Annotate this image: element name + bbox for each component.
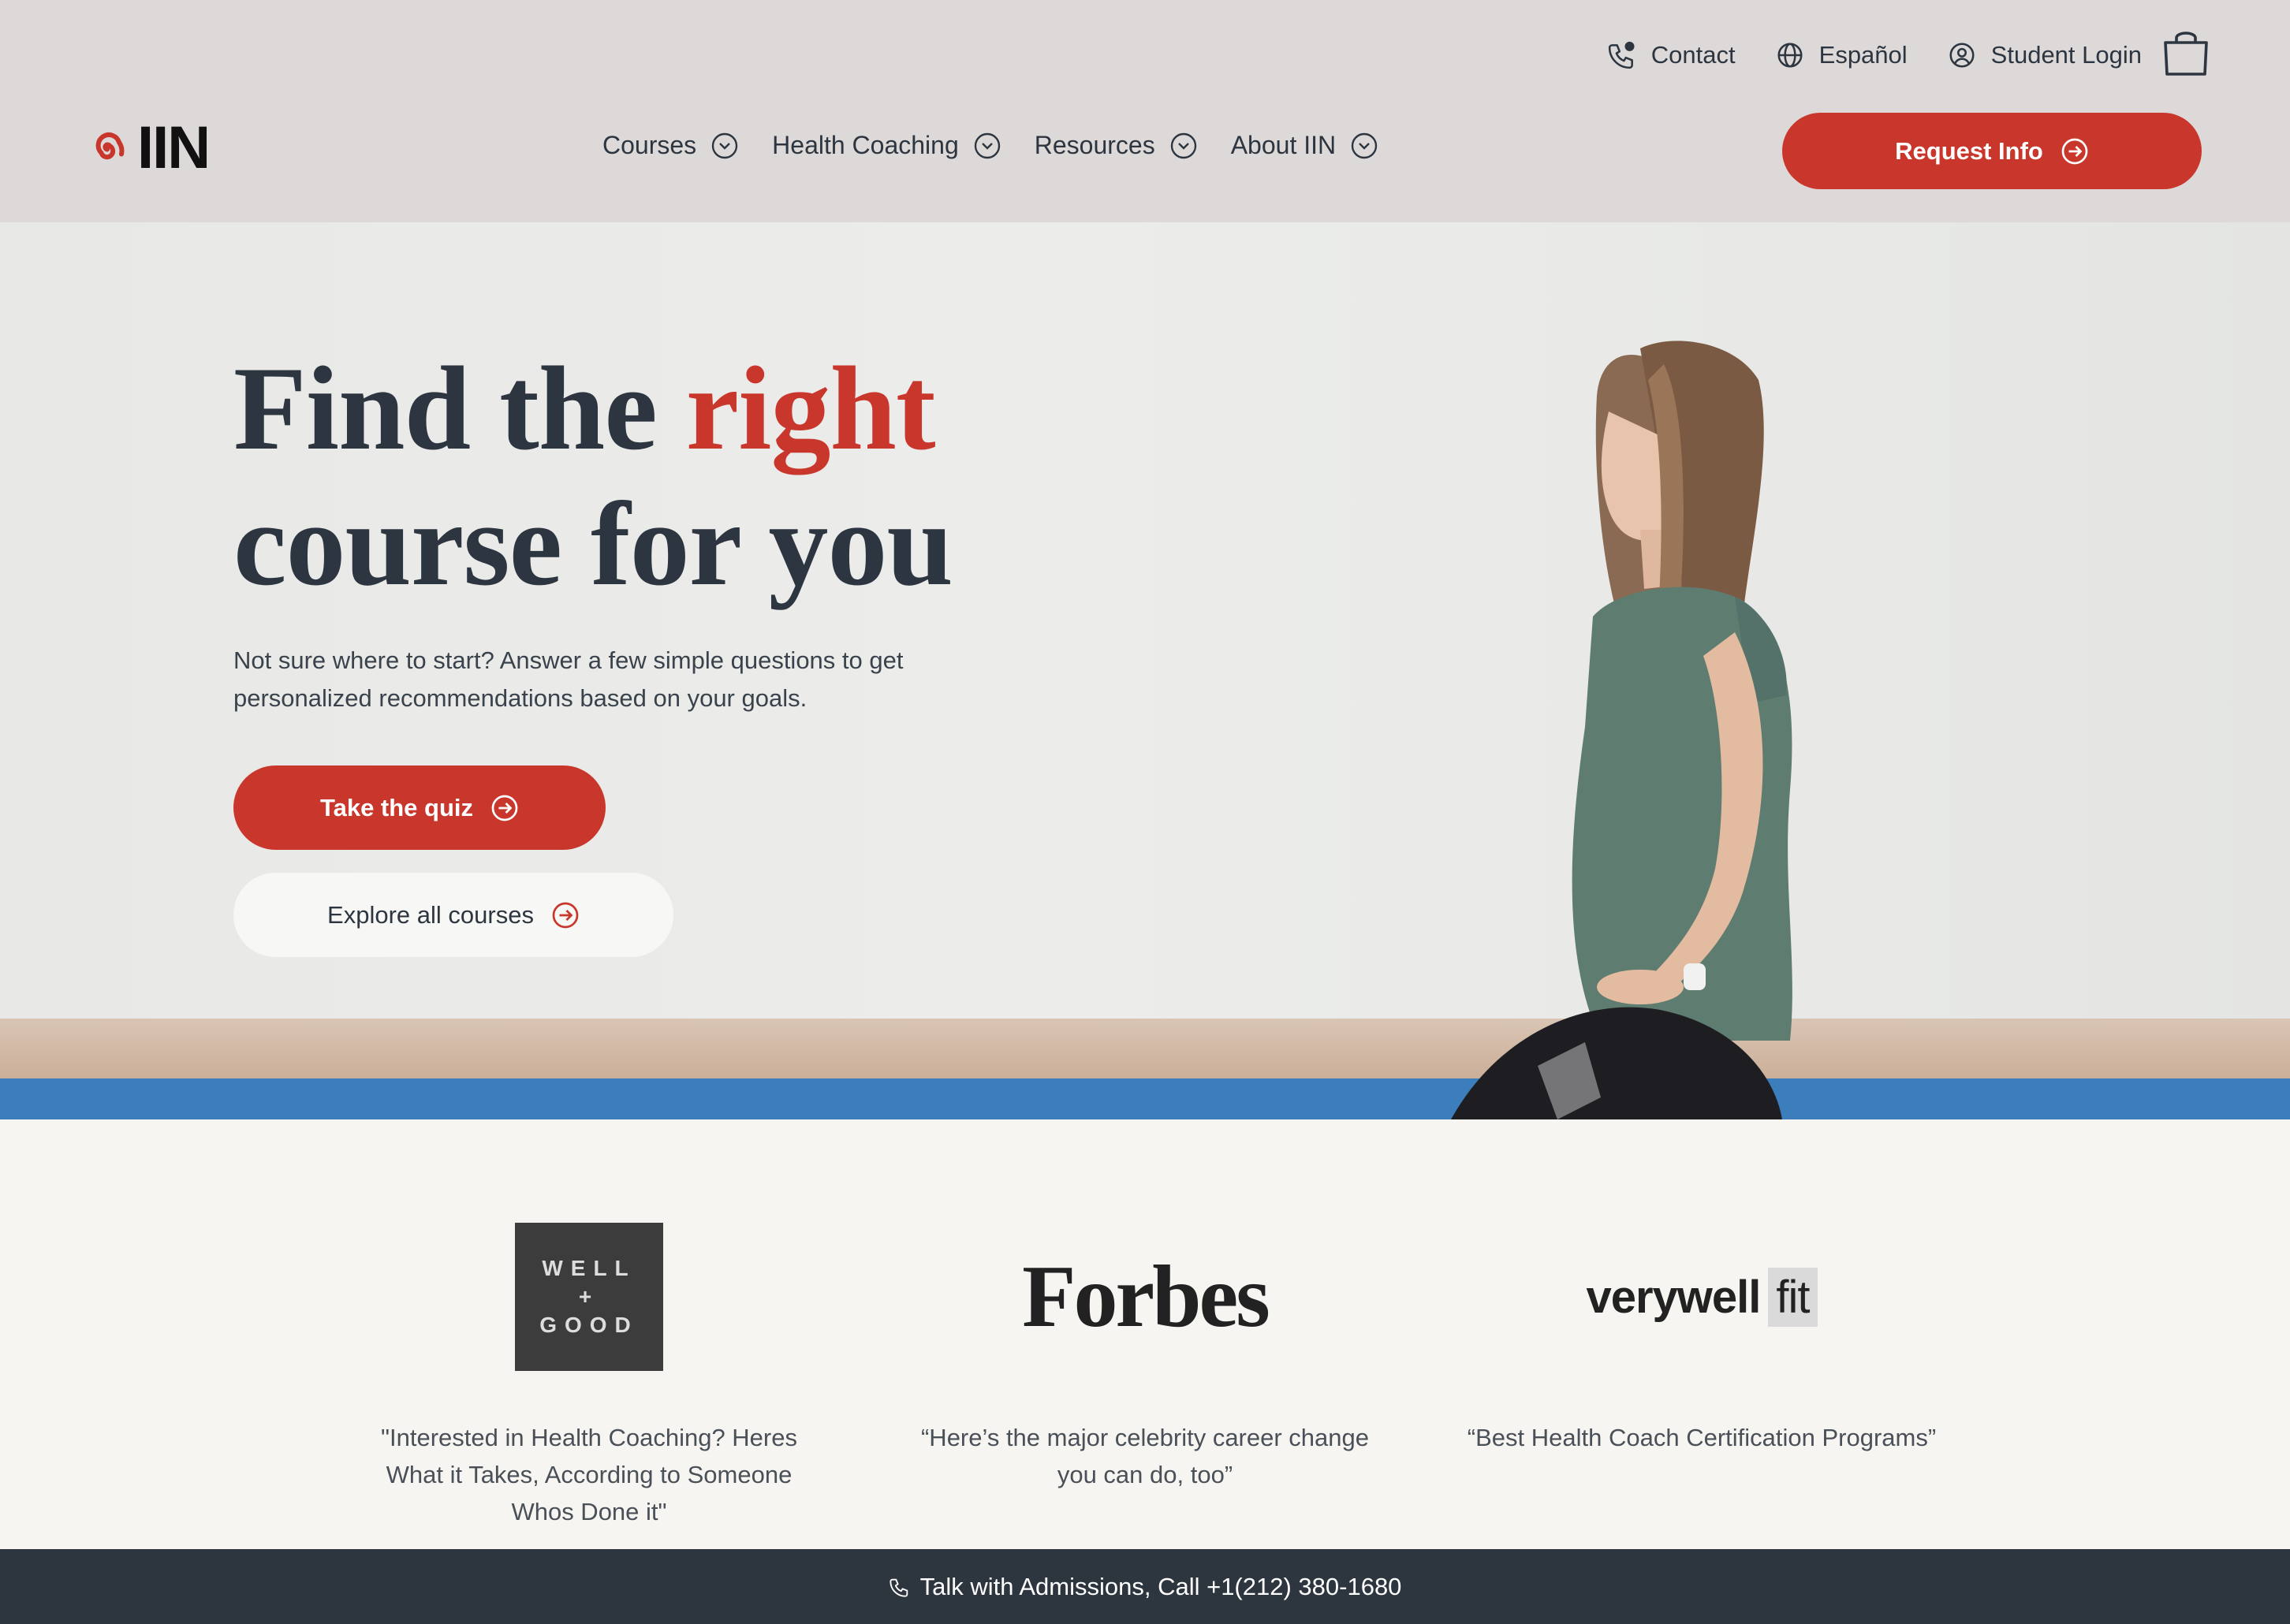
well-good-logo-line3: GOOD xyxy=(539,1313,639,1337)
nav-about-iin[interactable]: About IIN xyxy=(1231,131,1378,160)
forbes-logo-text: Forbes xyxy=(1022,1247,1270,1346)
nav-resources-label: Resources xyxy=(1034,131,1155,159)
admissions-text: Talk with Admissions, Call +1(212) 380-1… xyxy=(919,1572,1402,1600)
nav-health-coaching[interactable]: Health Coaching xyxy=(772,131,1001,160)
chevron-down-icon xyxy=(711,132,738,158)
language-link[interactable]: Español xyxy=(1775,40,1908,70)
utility-nav: Contact Español Student Login xyxy=(1607,32,2142,79)
nav-resources[interactable]: Resources xyxy=(1035,131,1198,160)
hero-title-part1: Find the xyxy=(233,342,686,475)
chevron-down-icon xyxy=(1351,132,1378,158)
nav-courses-label: Courses xyxy=(602,131,697,159)
request-info-button[interactable]: Request Info xyxy=(1782,113,2202,189)
explore-courses-button[interactable]: Explore all courses xyxy=(233,873,673,957)
spiral-logo-icon xyxy=(95,132,125,160)
arrow-right-circle-icon xyxy=(552,902,579,928)
iin-logo[interactable]: IIN xyxy=(84,114,211,181)
verywell-fit-logo: verywell fit xyxy=(1586,1222,1818,1372)
phone-icon xyxy=(1608,41,1635,69)
press-item-well-good: WELL + GOOD "Interested in Health Coachi… xyxy=(352,1222,826,1530)
nav-health-coaching-label: Health Coaching xyxy=(772,131,959,159)
press-section: WELL + GOOD "Interested in Health Coachi… xyxy=(0,1119,2290,1549)
arrow-right-circle-icon xyxy=(491,795,518,821)
request-info-label: Request Info xyxy=(1895,136,2043,165)
press-quote: “Best Health Coach Certification Program… xyxy=(1467,1424,1937,1451)
nav-courses[interactable]: Courses xyxy=(602,131,739,160)
meditating-woman-image xyxy=(1451,341,1792,1119)
forbes-logo: Forbes xyxy=(1022,1222,1270,1372)
verywell-logo-suffix: fit xyxy=(1768,1267,1818,1327)
verywell-logo-text: verywell xyxy=(1586,1271,1761,1323)
site-header: Contact Español Student Login IIN Course… xyxy=(0,0,2290,222)
hero-title: Find the right course for you xyxy=(233,341,953,612)
contact-link[interactable]: Contact xyxy=(1607,40,1736,70)
chevron-down-icon xyxy=(1170,132,1196,158)
well-good-logo: WELL + GOOD xyxy=(515,1222,663,1372)
student-login-label: Student Login xyxy=(1990,41,2142,69)
student-login-link[interactable]: Student Login xyxy=(1947,40,2142,70)
take-quiz-label: Take the quiz xyxy=(319,793,474,821)
logo-text: IIN xyxy=(137,114,211,181)
take-quiz-button[interactable]: Take the quiz xyxy=(233,765,606,850)
well-good-logo-line2: + xyxy=(578,1284,600,1309)
press-quote: "Interested in Health Coaching? Heres Wh… xyxy=(381,1424,797,1525)
press-item-forbes: Forbes “Here’s the major celebrity caree… xyxy=(908,1222,1382,1493)
contact-label: Contact xyxy=(1650,41,1736,69)
language-label: Español xyxy=(1818,41,1908,69)
press-item-verywell-fit: verywell fit “Best Health Coach Certific… xyxy=(1465,1222,1938,1456)
chevron-down-icon xyxy=(974,132,1000,158)
well-good-logo-line1: WELL xyxy=(542,1256,636,1280)
hero-title-line2: course for you xyxy=(233,478,953,610)
phone-icon xyxy=(889,1578,908,1597)
hero-title-accent: right xyxy=(685,342,936,475)
user-circle-icon xyxy=(1949,43,1975,68)
main-nav: Courses Health Coaching Resources About … xyxy=(602,131,1378,160)
hero-subtitle: Not sure where to start? Answer a few si… xyxy=(233,646,904,712)
explore-courses-label: Explore all courses xyxy=(327,900,534,929)
arrow-right-circle-icon xyxy=(2061,138,2088,164)
admissions-bar[interactable]: Talk with Admissions, Call +1(212) 380-1… xyxy=(0,1549,2290,1624)
hero-section: Find the right course for you Not sure w… xyxy=(0,222,2290,1119)
globe-icon xyxy=(1777,43,1803,68)
nav-about-iin-label: About IIN xyxy=(1230,131,1337,159)
press-quote: “Here’s the major celebrity career chang… xyxy=(920,1424,1370,1488)
shopping-bag-icon[interactable] xyxy=(2161,30,2211,77)
